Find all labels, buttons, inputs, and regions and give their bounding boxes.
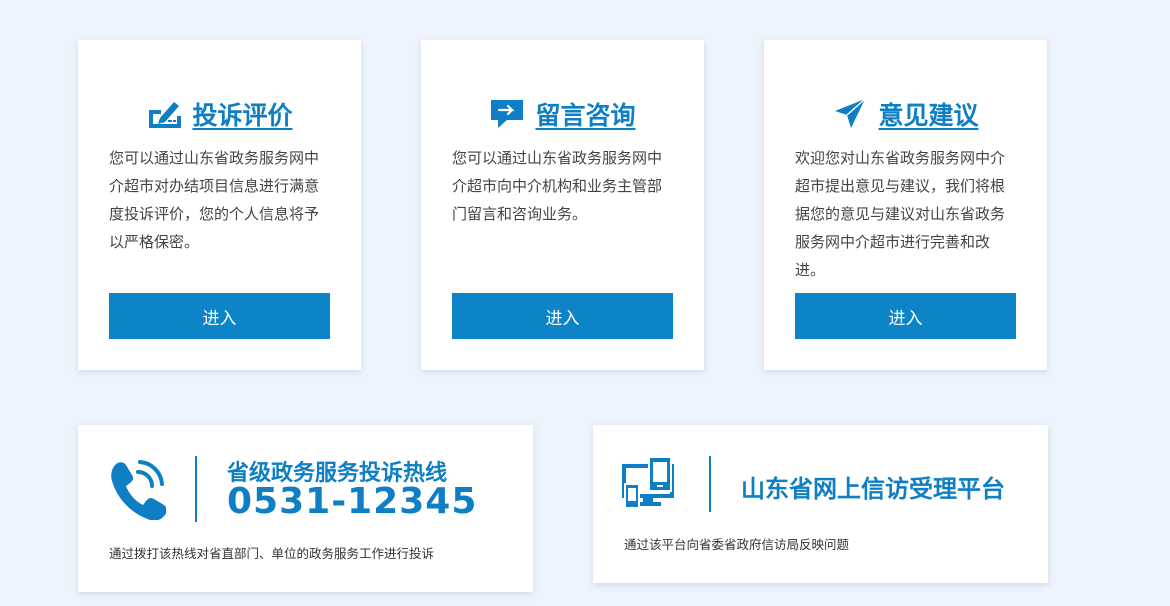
petition-title[interactable]: 山东省网上信访受理平台 xyxy=(741,469,1005,504)
computer-devices-icon xyxy=(621,454,681,514)
hotline-card[interactable]: 省级政务服务投诉热线 0531-12345 通过拨打该热线对省直部门、单位的政务… xyxy=(78,425,533,592)
suggestion-enter-button[interactable]: 进入 xyxy=(795,293,1016,339)
consult-enter-button[interactable]: 进入 xyxy=(452,293,673,339)
consult-description: 您可以通过山东省政务服务网中介超市向中介机构和业务主管部门留言和咨询业务。 xyxy=(452,149,663,223)
phone-icon xyxy=(106,458,167,521)
consult-title-link[interactable]: 留言咨询 xyxy=(535,96,635,132)
petition-divider xyxy=(709,456,711,512)
complaint-edit-icon xyxy=(146,96,182,132)
suggestion-title-link[interactable]: 意见建议 xyxy=(878,96,978,132)
petition-card[interactable]: 山东省网上信访受理平台 通过该平台向省委省政府信访局反映问题 xyxy=(593,425,1048,583)
complaint-enter-button[interactable]: 进入 xyxy=(109,293,330,339)
suggestion-card-header[interactable]: 意见建议 xyxy=(764,94,1047,134)
hotline-divider xyxy=(195,456,197,522)
complaint-description: 您可以通过山东省政务服务网中介超市对办结项目信息进行满意度投诉评价，您的个人信息… xyxy=(109,149,320,251)
petition-description: 通过该平台向省委省政府信访局反映问题 xyxy=(624,537,850,552)
complaint-card: 投诉评价 您可以通过山东省政务服务网中介超市对办结项目信息进行满意度投诉评价，您… xyxy=(78,40,361,370)
suggestion-description: 欢迎您对山东省政务服务网中介超市提出意见与建议，我们将根据您的意见与建议对山东省… xyxy=(795,149,1006,279)
suggestion-card: 意见建议 欢迎您对山东省政务服务网中介超市提出意见与建议，我们将根据您的意见与建… xyxy=(764,40,1047,370)
hotline-number: 0531-12345 xyxy=(227,481,478,522)
consult-card: 留言咨询 您可以通过山东省政务服务网中介超市向中介机构和业务主管部门留言和咨询业… xyxy=(421,40,704,370)
hotline-description: 通过拨打该热线对省直部门、单位的政务服务工作进行投诉 xyxy=(109,546,435,561)
message-chat-icon xyxy=(489,96,525,132)
complaint-card-header[interactable]: 投诉评价 xyxy=(78,94,361,134)
complaint-title-link[interactable]: 投诉评价 xyxy=(192,96,292,132)
consult-card-header[interactable]: 留言咨询 xyxy=(421,94,704,134)
paper-plane-icon xyxy=(832,96,868,132)
